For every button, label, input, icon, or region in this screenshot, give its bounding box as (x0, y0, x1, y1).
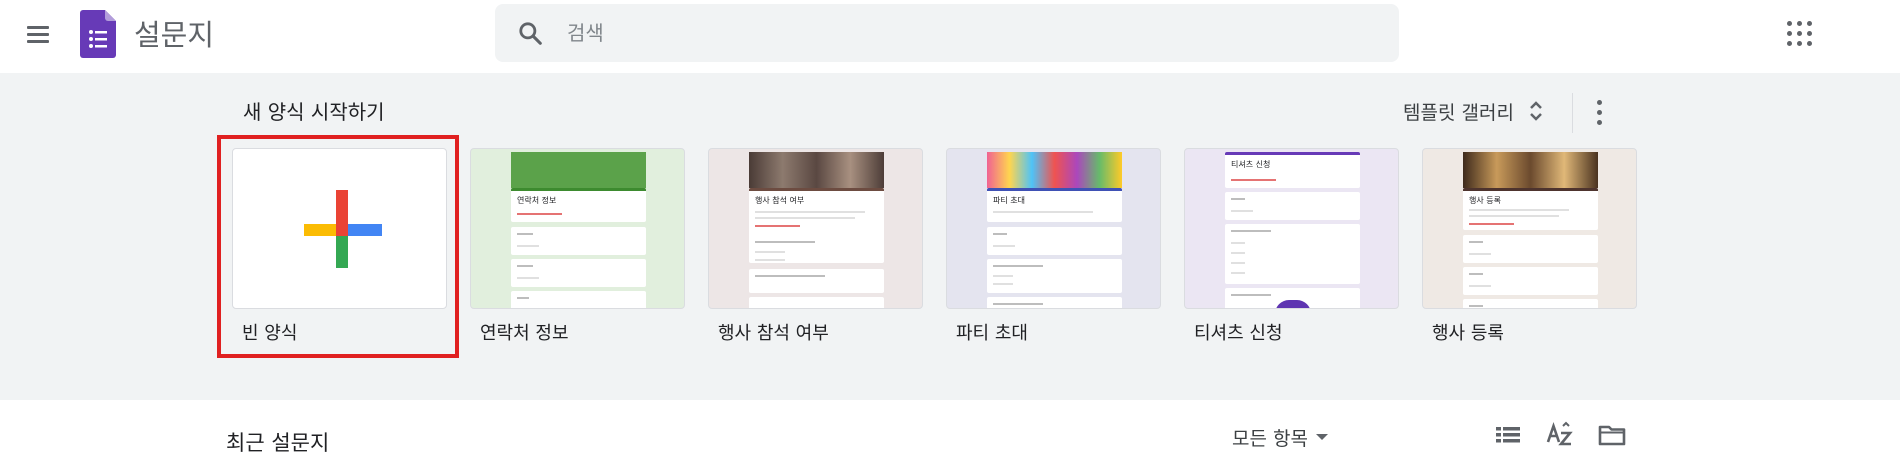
unfold-more-icon (1530, 101, 1542, 121)
form-card: 티셔츠 신청 (1225, 152, 1360, 188)
dropdown-arrow-icon (1315, 434, 1328, 440)
owner-filter-label: 모든 항목 (1232, 427, 1308, 450)
sort-az-icon[interactable] (1545, 420, 1575, 450)
owner-filter-dropdown[interactable]: 모든 항목 (1232, 422, 1328, 452)
selection-highlight (217, 135, 459, 358)
template-name: 행사 등록 (1432, 323, 1504, 344)
list-view-icon[interactable] (1493, 420, 1523, 450)
template-thumbnail[interactable]: 행사 참석 여부 (708, 148, 923, 309)
template-party-invite[interactable]: 파티 초대 파티 초대 (946, 148, 1161, 345)
folder-icon[interactable] (1597, 420, 1627, 450)
form-card: 연락처 정보 (511, 188, 646, 222)
template-thumbnail[interactable]: 티셔츠 신청 (1184, 148, 1399, 309)
template-tshirt-signup[interactable]: 티셔츠 신청 티셔츠 신청 (1184, 148, 1399, 345)
template-gallery-label: 템플릿 갤러리 (1403, 101, 1514, 124)
divider (1572, 93, 1573, 133)
gallery-title: 새 양식 시작하기 (243, 100, 385, 124)
app-title[interactable]: 설문지 (134, 12, 214, 54)
template-contact-info[interactable]: 연락처 정보 연락처 정보 (470, 148, 685, 345)
header-image (511, 152, 646, 188)
template-gallery-button[interactable]: 템플릿 갤러리 (1403, 91, 1546, 131)
recent-forms-title: 최근 설문지 (226, 431, 330, 455)
template-rsvp[interactable]: 행사 참석 여부 행사 참석 여부 (708, 148, 923, 345)
template-thumbnail[interactable]: 연락처 정보 (470, 148, 685, 309)
form-card: 행사 참석 여부 (749, 188, 884, 263)
header-image (987, 152, 1122, 188)
template-gallery: 새 양식 시작하기 템플릿 갤러리 빈 양식 연락처 정보 연락처 정보 행사 … (0, 73, 1900, 400)
template-thumbnail[interactable]: 파티 초대 (946, 148, 1161, 309)
header-image (1463, 152, 1598, 188)
more-vert-icon[interactable] (1585, 95, 1615, 131)
search-input[interactable] (567, 14, 1347, 52)
header-image (749, 152, 884, 188)
template-event-registration[interactable]: 행사 등록 행사 등록 (1422, 148, 1637, 345)
search-bar[interactable] (495, 4, 1399, 62)
top-app-bar: 설문지 (0, 0, 1900, 72)
template-name: 연락처 정보 (480, 323, 569, 344)
template-name: 티셔츠 신청 (1194, 323, 1283, 344)
google-apps-icon[interactable] (1782, 16, 1818, 52)
form-card: 파티 초대 (987, 188, 1122, 222)
form-card: 행사 등록 (1463, 188, 1598, 230)
forms-logo-icon[interactable] (80, 10, 116, 58)
main-menu-icon[interactable] (22, 18, 54, 50)
template-thumbnail[interactable]: 행사 등록 (1422, 148, 1637, 309)
search-icon[interactable] (517, 20, 543, 46)
template-name: 행사 참석 여부 (718, 323, 829, 344)
template-name: 파티 초대 (956, 323, 1028, 344)
